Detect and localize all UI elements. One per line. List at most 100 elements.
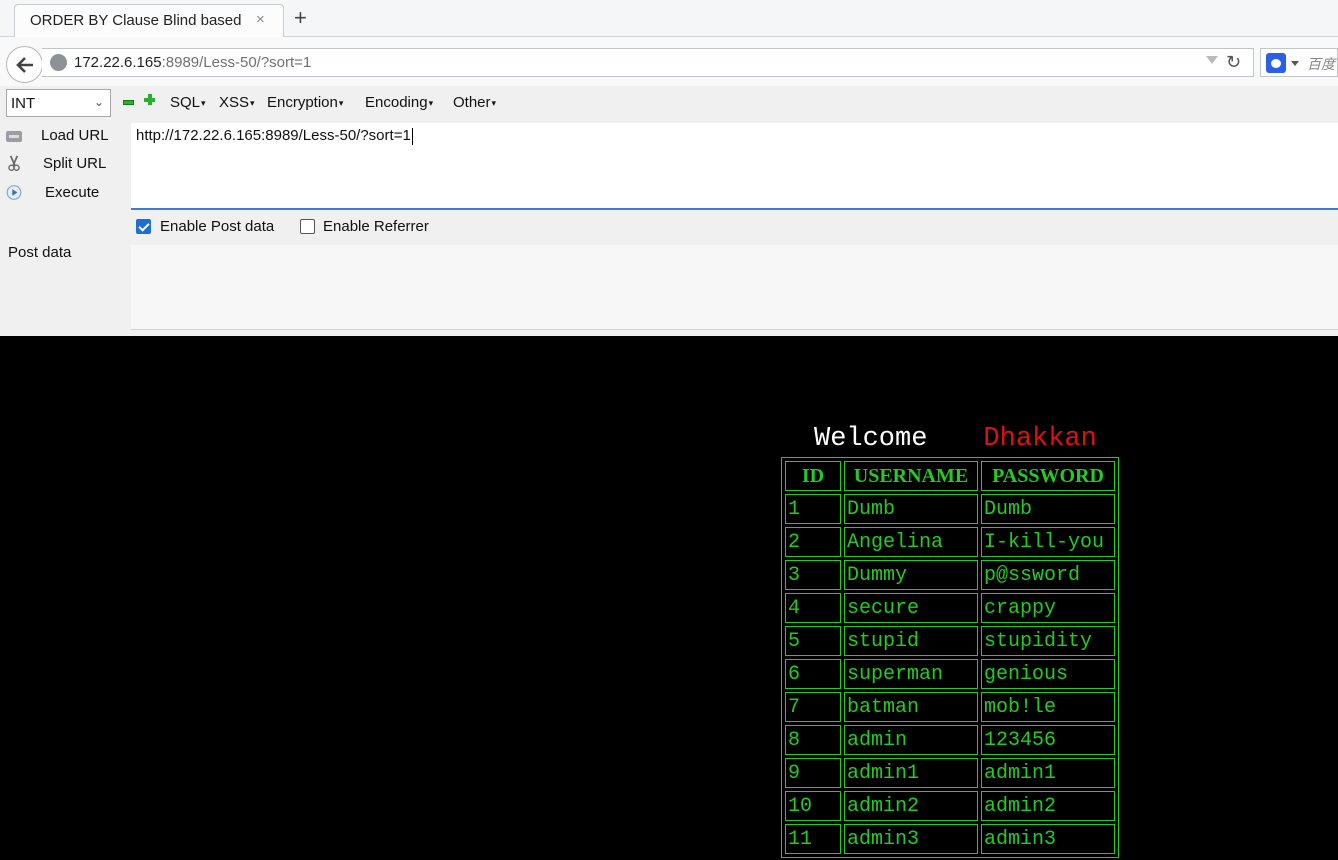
id-cell: 11	[785, 824, 841, 854]
enable-referrer-checkbox[interactable]	[300, 219, 315, 234]
password-cell: Dumb	[981, 494, 1115, 524]
password-cell: admin3	[981, 824, 1115, 854]
back-button[interactable]	[6, 46, 43, 83]
increase-icon[interactable]	[144, 94, 155, 105]
username-cell: superman	[844, 659, 978, 689]
history-dropdown-icon[interactable]	[1206, 56, 1218, 64]
page-content: Welcome Dhakkan ID USERNAME PASSWORD 1 Dum…	[0, 336, 1338, 860]
table-row: 2 Angelina I-kill-you	[785, 527, 1115, 557]
menu-label: XSS	[219, 94, 250, 111]
id-cell: 10	[785, 791, 841, 821]
address-host: 172.22.6.165	[74, 54, 162, 71]
menu-arrow-icon: ▾	[250, 97, 255, 108]
table-row: 3 Dummy p@ssword	[785, 560, 1115, 590]
password-cell: mob!le	[981, 692, 1115, 722]
new-tab-button[interactable]: +	[294, 5, 307, 31]
baidu-icon[interactable]	[1266, 53, 1286, 73]
load-url-icon	[6, 131, 22, 142]
table-row: 11 admin3 admin3	[785, 824, 1115, 854]
column-header-username: USERNAME	[844, 461, 978, 491]
welcome-heading: Welcome Dhakkan	[814, 424, 1097, 454]
browser-tab[interactable]: ORDER BY Clause Blind based ×	[14, 4, 284, 38]
table-row: 1 Dumb Dumb	[785, 494, 1115, 524]
scissors-icon	[8, 155, 20, 171]
search-box[interactable]: 百度	[1260, 48, 1338, 77]
url-textarea-content: http://172.22.6.165:8989/Less-50/?sort=1	[136, 127, 413, 145]
tab-title: ORDER BY Clause Blind based	[30, 12, 242, 29]
navigation-bar: 172.22.6.165:8989/Less-50/?sort=1 ↻ 百度	[0, 37, 1338, 86]
post-data-label: Post data	[8, 244, 72, 261]
id-cell: 5	[785, 626, 841, 656]
menu-arrow-icon: ▾	[338, 97, 344, 108]
welcome-text: Welcome	[814, 424, 928, 454]
welcome-name: Dhakkan	[983, 424, 1097, 454]
password-cell: crappy	[981, 593, 1115, 623]
menu-label: SQL	[170, 94, 201, 111]
table-row: 4 secure crappy	[785, 593, 1115, 623]
reload-icon[interactable]: ↻	[1226, 52, 1241, 73]
id-cell: 1	[785, 494, 841, 524]
username-cell: Angelina	[844, 527, 978, 557]
table-row: 8 admin 123456	[785, 725, 1115, 755]
close-tab-icon[interactable]: ×	[256, 11, 265, 28]
id-cell: 7	[785, 692, 841, 722]
table-row: 6 superman genious	[785, 659, 1115, 689]
url-textarea[interactable]: http://172.22.6.165:8989/Less-50/?sort=1	[131, 123, 1338, 210]
chevron-down-icon[interactable]	[1291, 61, 1299, 66]
table-row: 9 admin1 admin1	[785, 758, 1115, 788]
password-cell: 123456	[981, 725, 1115, 755]
username-cell: batman	[844, 692, 978, 722]
tab-strip: ORDER BY Clause Blind based × +	[0, 0, 1338, 38]
menu-arrow-icon: ▾	[491, 97, 497, 108]
password-cell: stupidity	[981, 626, 1115, 656]
table-body: 1 Dumb Dumb 2 Angelina I-kill-you 3 Dummy p@sswo…	[785, 494, 1115, 854]
id-cell: 8	[785, 725, 841, 755]
split-url-button[interactable]: Split URL	[0, 151, 124, 177]
mode-select-value: INT	[11, 95, 36, 112]
table-row: 7 batman mob!le	[785, 692, 1115, 722]
text-caret	[411, 127, 413, 145]
search-engine-label: 百度	[1307, 56, 1335, 72]
split-url-label: Split URL	[43, 155, 107, 172]
id-cell: 4	[785, 593, 841, 623]
mode-select[interactable]: INT ⌄	[6, 89, 111, 117]
enable-referrer-label[interactable]: Enable Referrer	[323, 218, 429, 235]
table-row: 5 stupid stupidity	[785, 626, 1115, 656]
play-icon	[6, 185, 22, 200]
enable-post-checkbox[interactable]	[136, 219, 151, 234]
load-url-button[interactable]: Load URL	[0, 123, 124, 149]
id-cell: 6	[785, 659, 841, 689]
address-path: :8989/Less-50/?sort=1	[161, 54, 312, 71]
load-url-label: Load URL	[41, 127, 109, 144]
password-cell: p@ssword	[981, 560, 1115, 590]
password-cell: admin1	[981, 758, 1115, 788]
users-table: ID USERNAME PASSWORD 1 Dumb Dumb 2 Angelina I…	[781, 457, 1119, 858]
menu-xss[interactable]: XSS▾	[219, 94, 255, 111]
address-bar[interactable]: 172.22.6.165:8989/Less-50/?sort=1 ↻	[42, 48, 1254, 77]
menu-sql[interactable]: SQL▾	[170, 94, 206, 111]
id-cell: 9	[785, 758, 841, 788]
username-cell: Dumb	[844, 494, 978, 524]
chevron-down-icon: ⌄	[93, 95, 104, 109]
username-cell: admin	[844, 725, 978, 755]
menu-label: Encryption	[267, 94, 338, 111]
menu-encoding[interactable]: Encoding▾	[365, 94, 433, 111]
execute-button[interactable]: Execute	[0, 180, 124, 206]
hackbar-panel: INT ⌄ SQL▾ XSS▾ Encryption▾ Encoding▾ Ot…	[0, 86, 1338, 336]
menu-encryption[interactable]: Encryption▾	[267, 94, 343, 111]
username-cell: admin3	[844, 824, 978, 854]
column-header-password: PASSWORD	[981, 461, 1115, 491]
post-data-textarea[interactable]	[131, 245, 1338, 330]
password-cell: I-kill-you	[981, 527, 1115, 557]
menu-arrow-icon: ▾	[201, 97, 206, 108]
id-cell: 3	[785, 560, 841, 590]
enable-post-label[interactable]: Enable Post data	[160, 218, 274, 235]
table-row: 10 admin2 admin2	[785, 791, 1115, 821]
menu-other[interactable]: Other▾	[453, 94, 496, 111]
url-textarea-value: http://172.22.6.165:8989/Less-50/?sort=1	[136, 127, 411, 144]
username-cell: admin2	[844, 791, 978, 821]
username-cell: admin1	[844, 758, 978, 788]
column-header-id: ID	[785, 461, 841, 491]
decrease-icon[interactable]	[123, 100, 134, 105]
menu-arrow-icon: ▾	[428, 97, 434, 108]
